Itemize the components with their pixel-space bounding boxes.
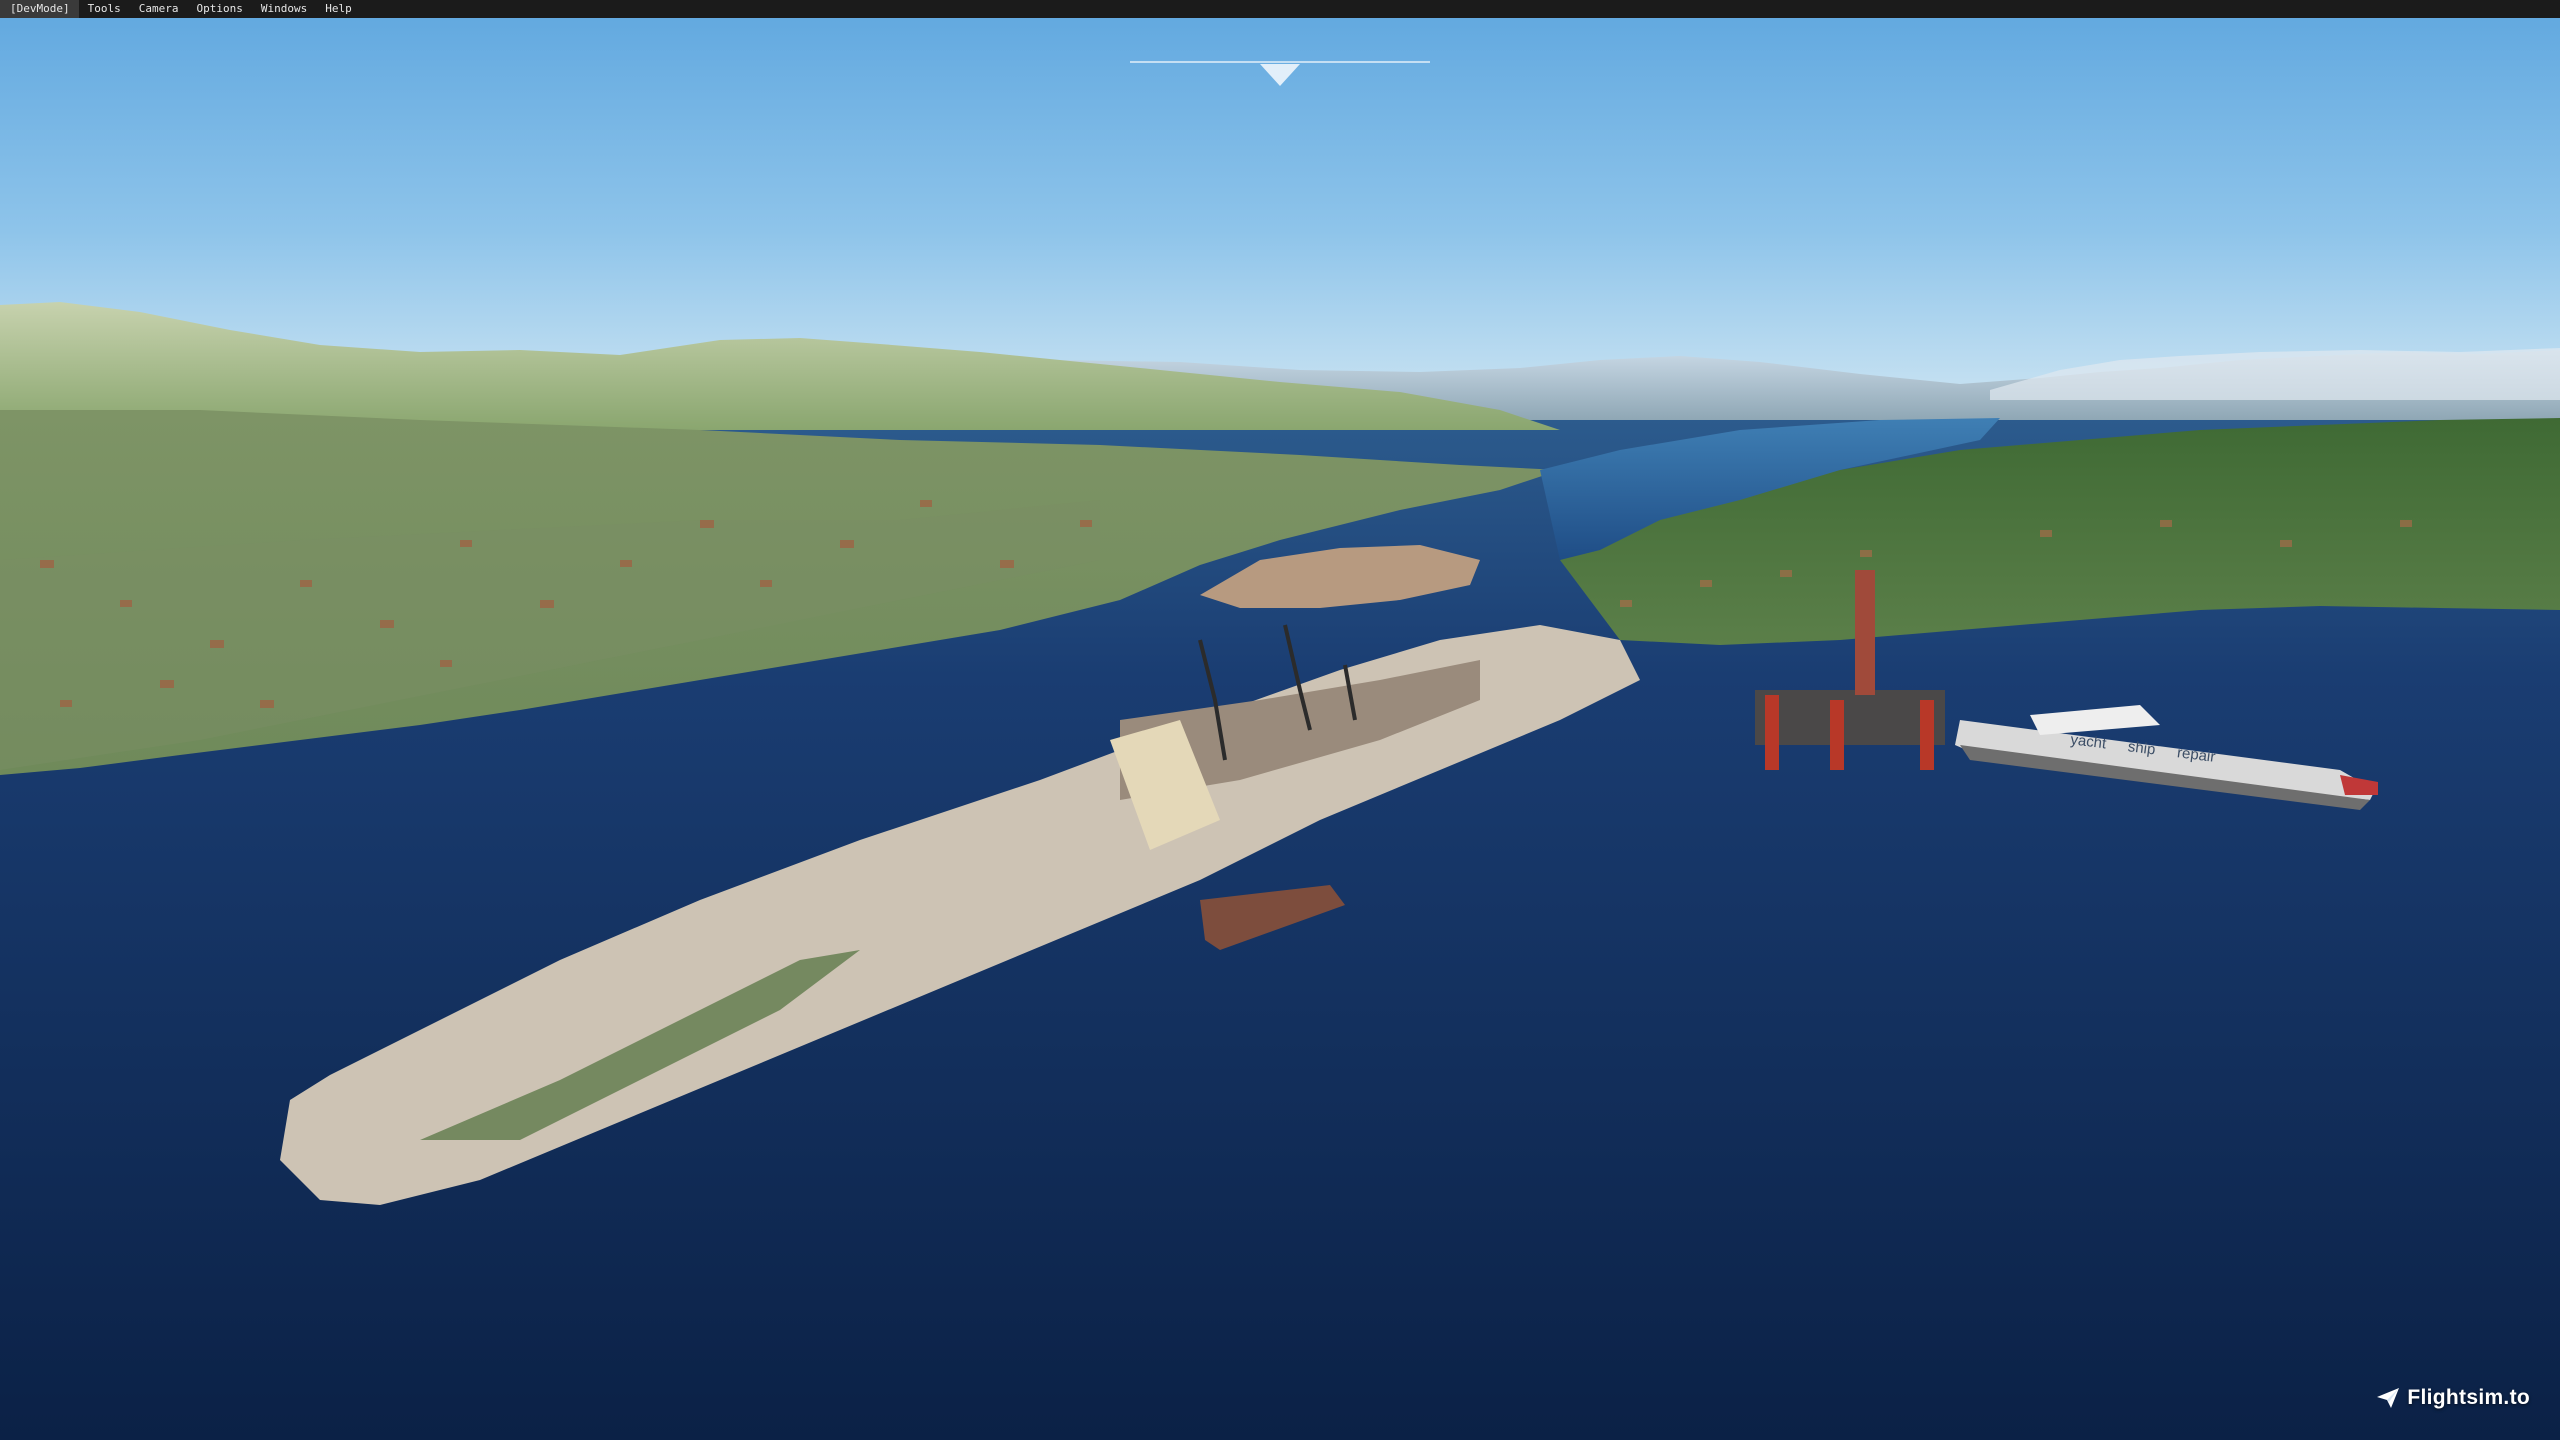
menu-tools[interactable]: Tools [79,0,130,18]
menu-options[interactable]: Options [187,0,251,18]
menu-devmode[interactable]: [DevMode] [0,0,79,18]
watermark: Flightsim.to [2377,1386,2530,1410]
watermark-text: Flightsim.to [2407,1386,2530,1409]
menu-windows[interactable]: Windows [252,0,316,18]
aerial-scene [0,0,2560,1440]
paper-plane-icon [2377,1388,2400,1408]
menu-help[interactable]: Help [316,0,361,18]
simulator-viewport[interactable]: yacht ship repair [DevMode] Tools Camera… [0,0,2560,1440]
hull-word-ship: ship [2126,738,2157,759]
menu-camera[interactable]: Camera [130,0,188,18]
heading-marker-icon [1130,61,1430,86]
dev-menubar: [DevMode] Tools Camera Options Windows H… [0,0,2560,18]
